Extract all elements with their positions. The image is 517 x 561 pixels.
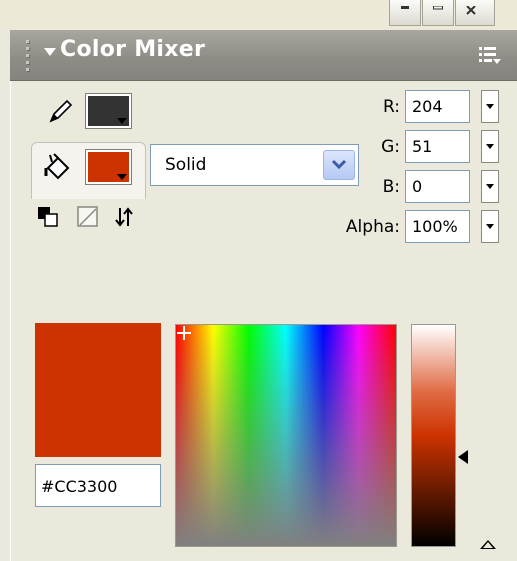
b-label: B: [382, 177, 400, 197]
color-spectrum[interactable] [175, 324, 397, 547]
minimize-icon [401, 6, 409, 9]
swap-colors-icon[interactable] [112, 205, 136, 229]
stroke-color-swatch[interactable] [85, 93, 132, 129]
grip-icon[interactable] [24, 38, 34, 74]
options-menu-icon[interactable] [476, 42, 502, 68]
brightness-marker[interactable] [458, 450, 468, 464]
maximize-icon [433, 6, 443, 10]
maximize-button[interactable] [422, 0, 454, 26]
close-icon [466, 6, 476, 15]
brightness-slider[interactable] [411, 324, 456, 547]
b-input[interactable]: 0 [405, 170, 470, 203]
crosshair-icon [177, 326, 191, 340]
triangle-down-icon[interactable] [44, 48, 56, 56]
expand-icon[interactable] [480, 540, 496, 549]
close-button[interactable] [455, 0, 495, 26]
alpha-input[interactable]: 100% [405, 210, 470, 243]
minimize-button[interactable] [389, 0, 421, 26]
r-input[interactable]: 204 [405, 90, 470, 123]
chevron-down-icon [117, 174, 127, 180]
chevron-down-icon [486, 104, 494, 109]
window-frame-top [0, 0, 517, 30]
alpha-label: Alpha: [345, 217, 400, 237]
fill-type-value: Solid [165, 155, 207, 175]
chevron-down-icon [486, 144, 494, 149]
alpha-dropdown[interactable] [481, 210, 499, 243]
g-label: G: [381, 137, 400, 157]
g-dropdown[interactable] [481, 130, 499, 163]
chevron-down-icon [486, 224, 494, 229]
panel-title: Color Mixer [60, 37, 206, 62]
pencil-icon [49, 99, 73, 123]
r-dropdown[interactable] [481, 90, 499, 123]
paint-bucket-icon [44, 153, 70, 180]
b-dropdown[interactable] [481, 170, 499, 203]
color-preview [35, 323, 161, 457]
dropdown-button[interactable] [323, 150, 355, 180]
no-color-icon[interactable] [76, 205, 100, 229]
hex-input[interactable]: #CC3300 [35, 464, 161, 507]
chevron-down-icon [486, 184, 494, 189]
chevron-down-icon [331, 159, 347, 170]
r-label: R: [382, 97, 400, 117]
fill-color-swatch[interactable] [85, 149, 132, 185]
black-white-icon[interactable] [36, 205, 60, 229]
g-input[interactable]: 51 [405, 130, 470, 163]
chevron-down-icon [117, 118, 127, 124]
fill-type-select[interactable]: Solid [150, 144, 359, 186]
